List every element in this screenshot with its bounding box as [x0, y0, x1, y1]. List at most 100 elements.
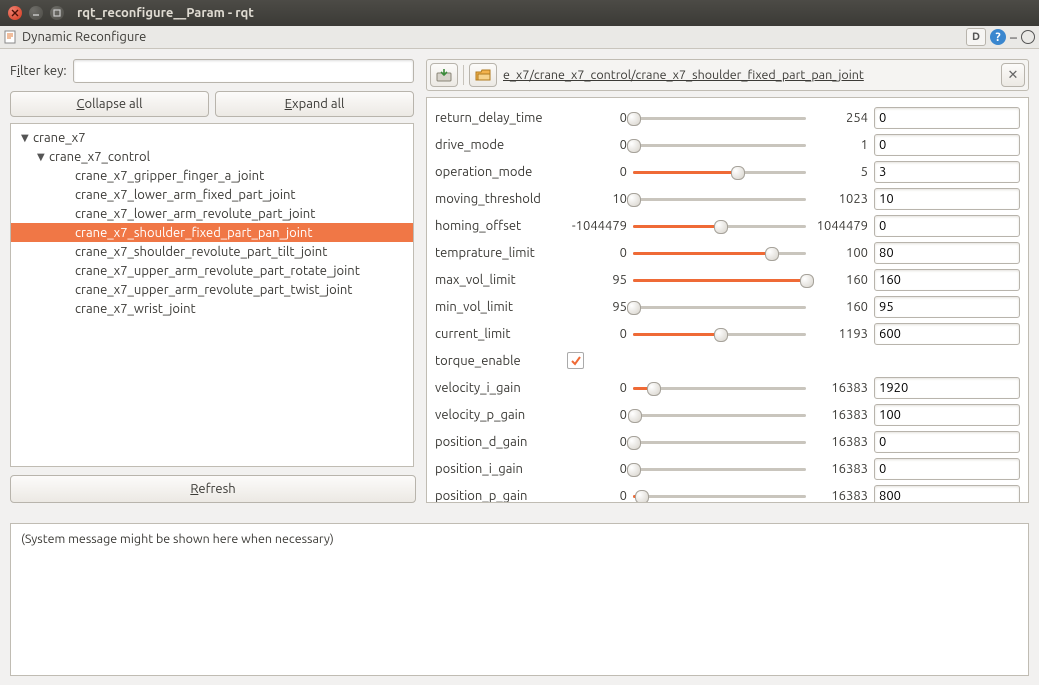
param-max: 16383 [806, 381, 874, 395]
refresh-button[interactable]: Refresh [10, 475, 416, 503]
param-row: homing_offset-10444791044479 [435, 212, 1020, 239]
param-row: torque_enable [435, 347, 1020, 374]
param-value-input[interactable] [874, 431, 1020, 453]
param-slider[interactable] [633, 137, 806, 153]
param-row: max_vol_limit95160 [435, 266, 1020, 293]
param-value-input[interactable] [874, 404, 1020, 426]
param-value-input[interactable] [874, 134, 1020, 156]
expand-all-button[interactable]: Expand all [215, 91, 414, 117]
tree-row-joint[interactable]: crane_x7_wrist_joint [11, 299, 413, 318]
param-min: 0 [567, 462, 633, 476]
help-button[interactable]: ? [990, 29, 1006, 45]
tree-row-joint[interactable]: crane_x7_lower_arm_fixed_part_joint [11, 185, 413, 204]
param-slider[interactable] [633, 326, 806, 342]
collapse-all-button[interactable]: Collapse all [10, 91, 209, 117]
tree-row-joint[interactable]: crane_x7_upper_arm_revolute_part_twist_j… [11, 280, 413, 299]
param-list: return_delay_time0254drive_mode01operati… [426, 97, 1029, 503]
param-slider[interactable] [633, 434, 806, 450]
param-slider[interactable] [633, 218, 806, 234]
node-tree[interactable]: ▼crane_x7 ▼crane_x7_control crane_x7_gri… [10, 123, 414, 467]
param-value-input[interactable] [874, 242, 1020, 264]
param-slider[interactable] [633, 110, 806, 126]
param-min: 0 [567, 435, 633, 449]
tree-row-joint[interactable]: crane_x7_upper_arm_revolute_part_rotate_… [11, 261, 413, 280]
param-value-input[interactable] [874, 485, 1020, 504]
param-max: 1193 [806, 327, 874, 341]
param-value-input[interactable] [874, 323, 1020, 345]
float-pane-button[interactable] [1021, 30, 1035, 44]
param-max: 1023 [806, 192, 874, 206]
param-min: -1044479 [567, 219, 633, 233]
load-config-button[interactable] [469, 63, 497, 87]
param-slider[interactable] [633, 245, 806, 261]
param-slider[interactable] [633, 164, 806, 180]
param-value-input[interactable] [874, 458, 1020, 480]
param-name: torque_enable [435, 354, 567, 368]
param-value-input[interactable] [874, 188, 1020, 210]
param-value-input[interactable] [874, 269, 1020, 291]
menubar: Dynamic Reconfigure D ? – [0, 26, 1039, 49]
param-slider[interactable] [633, 407, 806, 423]
param-slider[interactable] [633, 488, 806, 504]
param-checkbox[interactable] [567, 352, 584, 369]
param-value-input[interactable] [874, 377, 1020, 399]
param-min: 0 [567, 246, 633, 260]
dock-button[interactable]: D [966, 28, 986, 46]
param-row: temprature_limit0100 [435, 239, 1020, 266]
tree-row-joint[interactable]: crane_x7_shoulder_fixed_part_pan_joint [11, 223, 413, 242]
tree-row-joint[interactable]: crane_x7_gripper_finger_a_joint [11, 166, 413, 185]
param-toolbar: e_x7/crane_x7_control/crane_x7_shoulder_… [426, 59, 1029, 91]
plugin-icon [4, 30, 18, 44]
param-row: position_d_gain0 16383 [435, 428, 1020, 455]
param-max: 160 [806, 273, 874, 287]
param-name: operation_mode [435, 165, 567, 179]
param-slider[interactable] [633, 299, 806, 315]
param-min: 0 [567, 165, 633, 179]
param-name: velocity_p_gain [435, 408, 567, 422]
tree-row-control[interactable]: ▼crane_x7_control [11, 147, 413, 166]
param-row: operation_mode0 5 [435, 158, 1020, 185]
param-value-input[interactable] [874, 161, 1020, 183]
tree-row-root[interactable]: ▼crane_x7 [11, 128, 413, 147]
param-name: return_delay_time [435, 111, 567, 125]
filter-input[interactable] [73, 59, 414, 83]
save-config-button[interactable] [430, 63, 458, 87]
param-name: drive_mode [435, 138, 567, 152]
param-row: current_limit01193 [435, 320, 1020, 347]
param-slider[interactable] [633, 461, 806, 477]
window-maximize-button[interactable] [50, 6, 64, 20]
param-row: return_delay_time0254 [435, 104, 1020, 131]
param-max: 1044479 [806, 219, 874, 233]
window-minimize-button[interactable] [29, 6, 43, 20]
param-name: velocity_i_gain [435, 381, 567, 395]
param-row: min_vol_limit95160 [435, 293, 1020, 320]
param-name: temprature_limit [435, 246, 567, 260]
minimize-pane-button[interactable]: – [1010, 29, 1017, 45]
param-min: 0 [567, 408, 633, 422]
param-row: position_i_gain016383 [435, 455, 1020, 482]
param-min: 0 [567, 138, 633, 152]
param-max: 16383 [806, 435, 874, 449]
filter-label: Filter key: [10, 64, 67, 78]
param-name: position_p_gain [435, 489, 567, 503]
titlebar: rqt_reconfigure__Param - rqt [0, 0, 1039, 26]
param-value-input[interactable] [874, 296, 1020, 318]
param-slider[interactable] [633, 191, 806, 207]
close-panel-button[interactable]: ✕ [1001, 63, 1025, 87]
window-close-button[interactable] [8, 6, 22, 20]
param-name: position_d_gain [435, 435, 567, 449]
left-pane: Filter key: Collapse all Expand all ▼cra… [0, 49, 420, 509]
tree-row-joint[interactable]: crane_x7_shoulder_revolute_part_tilt_joi… [11, 242, 413, 261]
param-name: position_i_gain [435, 462, 567, 476]
tree-row-joint[interactable]: crane_x7_lower_arm_revolute_part_joint [11, 204, 413, 223]
param-min: 95 [567, 273, 633, 287]
param-value-input[interactable] [874, 215, 1020, 237]
breadcrumb[interactable]: e_x7/crane_x7_control/crane_x7_shoulder_… [501, 68, 997, 82]
param-max: 5 [806, 165, 874, 179]
param-max: 254 [806, 111, 874, 125]
right-pane: e_x7/crane_x7_control/crane_x7_shoulder_… [420, 49, 1039, 509]
param-value-input[interactable] [874, 107, 1020, 129]
param-slider[interactable] [633, 380, 806, 396]
param-max: 1 [806, 138, 874, 152]
param-slider[interactable] [633, 272, 806, 288]
